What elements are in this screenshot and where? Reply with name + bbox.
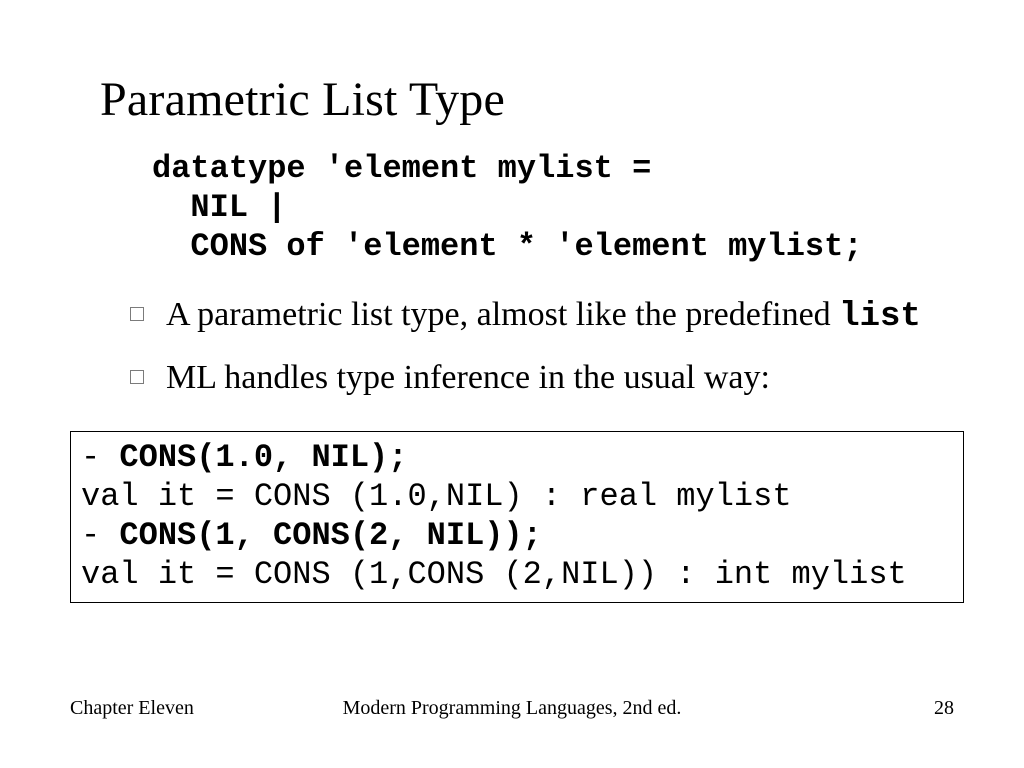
code-line-3: CONS of 'element * 'element mylist; [152,228,863,265]
code-line-2: NIL | [152,189,286,226]
bullet-pre: A parametric list type, almost like the … [166,296,839,333]
repl-output-box: - CONS(1.0, NIL); val it = CONS (1.0,NIL… [70,431,964,603]
bullet-pre: ML handles type inference in the usual w… [166,359,770,396]
slide-title: Parametric List Type [100,72,954,127]
code-line-1: datatype 'element mylist = [152,150,651,187]
bullet-list: A parametric list type, almost like the … [130,294,954,401]
footer-center: Modern Programming Languages, 2nd ed. [70,697,954,720]
slide-footer: Chapter Eleven Modern Programming Langua… [70,697,954,720]
repl-output: val it = CONS (1.0,NIL) : real mylist [81,478,792,515]
bullet-text: A parametric list type, almost like the … [166,294,921,339]
repl-input: CONS(1.0, NIL); [119,439,407,476]
repl-prompt: - [81,439,119,476]
repl-prompt: - [81,517,119,554]
bullet-text: ML handles type inference in the usual w… [166,357,770,402]
repl-output: val it = CONS (1,CONS (2,NIL)) : int myl… [81,556,907,593]
bullet-item: ML handles type inference in the usual w… [130,357,954,402]
datatype-code-block: datatype 'element mylist = NIL | CONS of… [152,149,954,266]
bullet-icon [130,370,144,384]
repl-input: CONS(1, CONS(2, NIL)); [119,517,541,554]
slide: Parametric List Type datatype 'element m… [0,0,1024,768]
bullet-mono: list [839,298,921,336]
bullet-icon [130,307,144,321]
bullet-item: A parametric list type, almost like the … [130,294,954,339]
